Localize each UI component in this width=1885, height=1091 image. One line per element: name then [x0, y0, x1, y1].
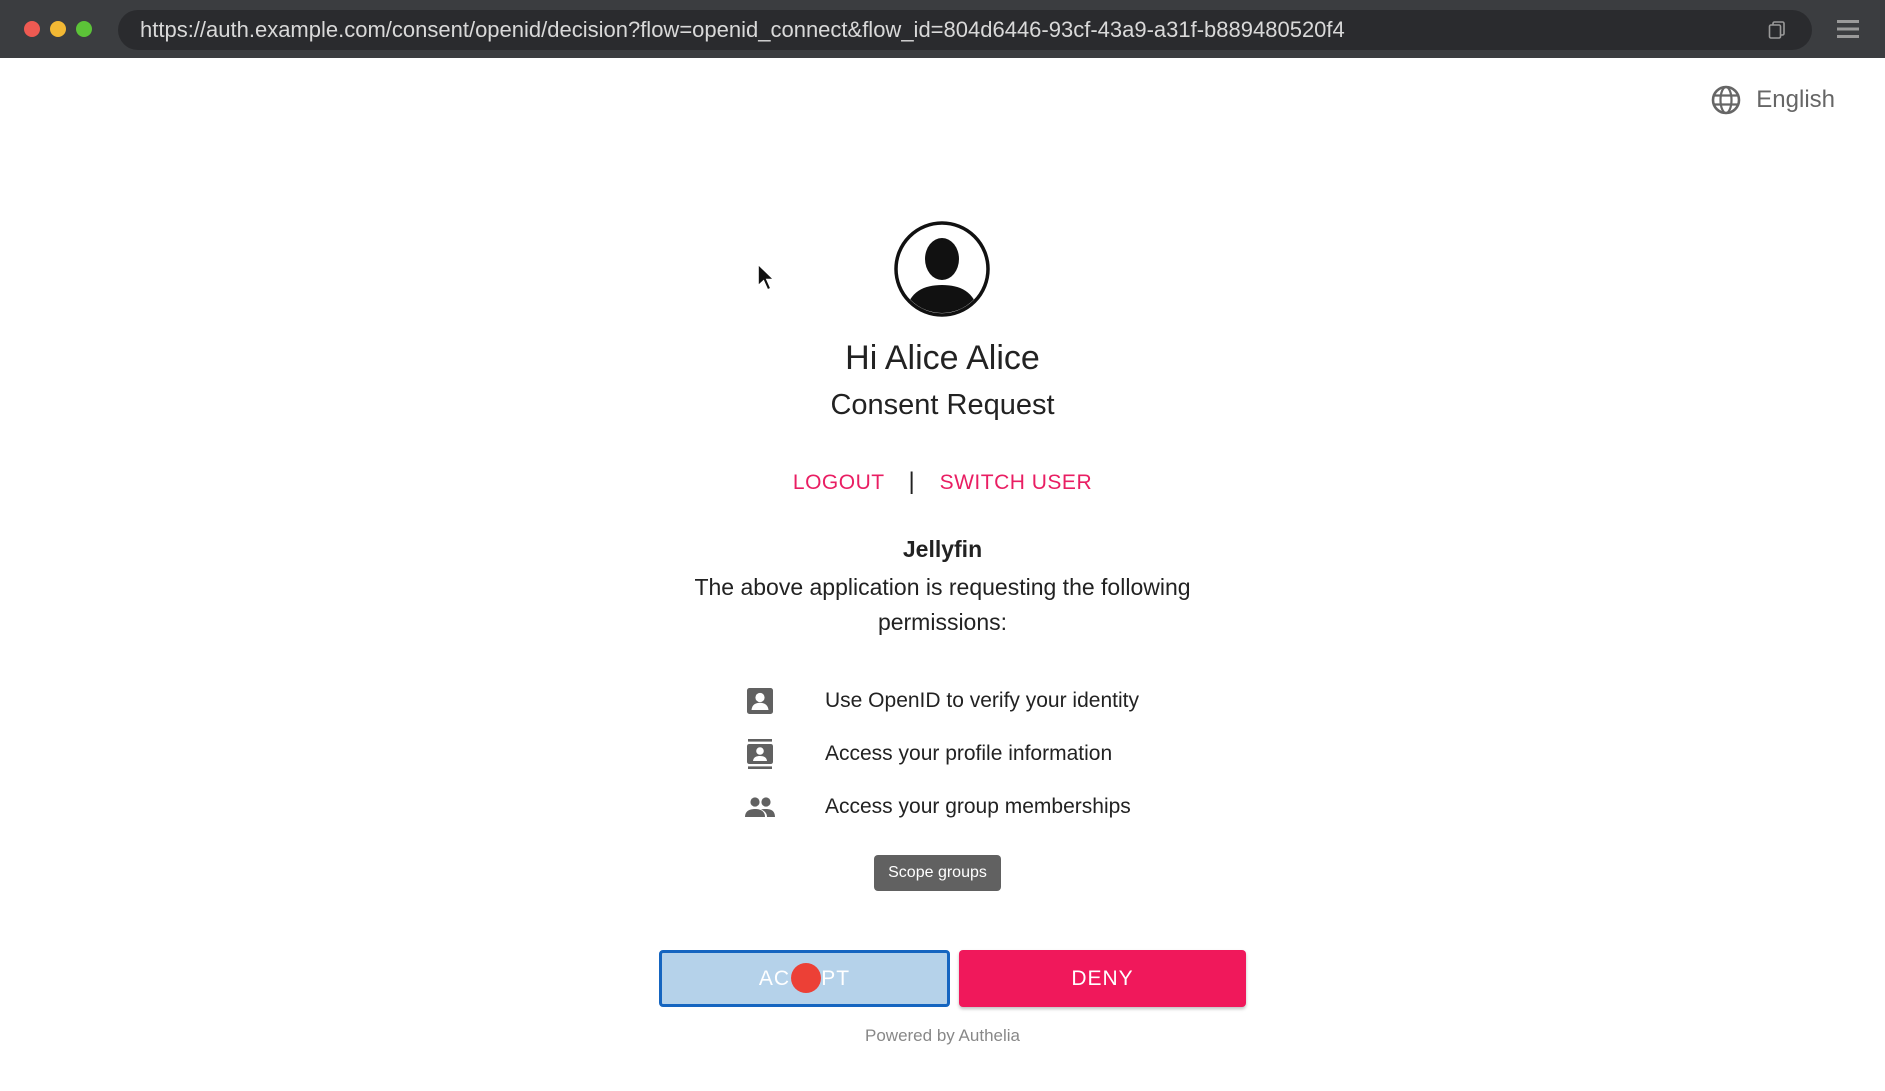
language-label[interactable]: English — [1756, 86, 1835, 114]
maximize-window-button[interactable] — [76, 21, 92, 37]
request-description: The above application is requesting the … — [694, 574, 1191, 635]
permission-label: Access your profile information — [825, 742, 1113, 765]
group-icon — [745, 797, 775, 817]
url-text[interactable]: https://auth.example.com/consent/openid/… — [140, 10, 1345, 50]
permission-item-openid: Use OpenID to verify your identity — [740, 681, 1139, 721]
globe-icon — [1711, 85, 1741, 115]
greeting-title: Hi Alice Alice — [845, 339, 1040, 377]
minimize-window-button[interactable] — [50, 21, 66, 37]
contacts-icon — [747, 739, 773, 769]
client-name: Jellyfin — [902, 536, 983, 562]
permission-item-profile: Access your profile information — [740, 734, 1112, 774]
link-separator: | — [908, 468, 916, 495]
scope-tooltip: Scope groups — [874, 855, 1001, 891]
hamburger-menu-icon[interactable] — [1836, 17, 1860, 41]
browser-toolbar: https://auth.example.com/consent/openid/… — [0, 0, 1885, 58]
user-actions: LOGOUT | SWITCH USER — [0, 468, 1885, 496]
badge-icon — [747, 688, 773, 714]
permission-label: Use OpenID to verify your identity — [825, 689, 1139, 712]
close-window-button[interactable] — [24, 21, 40, 37]
user-avatar-icon — [894, 221, 990, 317]
address-bar[interactable]: https://auth.example.com/consent/openid/… — [118, 10, 1812, 50]
copy-icon[interactable] — [1768, 21, 1786, 39]
powered-by-footer: Powered by Authelia — [865, 1026, 1020, 1045]
permission-label: Access your group memberships — [825, 795, 1131, 818]
logout-link[interactable]: LOGOUT — [793, 471, 884, 494]
switch-user-link[interactable]: SWITCH USER — [940, 471, 1093, 494]
consent-request-subtitle: Consent Request — [830, 389, 1055, 421]
deny-button[interactable]: DENY — [959, 950, 1246, 1007]
language-selector[interactable]: English — [1710, 82, 1835, 118]
mouse-pointer-icon — [757, 262, 776, 292]
click-indicator — [791, 963, 821, 993]
permission-item-groups: Access your group memberships — [740, 787, 1131, 827]
